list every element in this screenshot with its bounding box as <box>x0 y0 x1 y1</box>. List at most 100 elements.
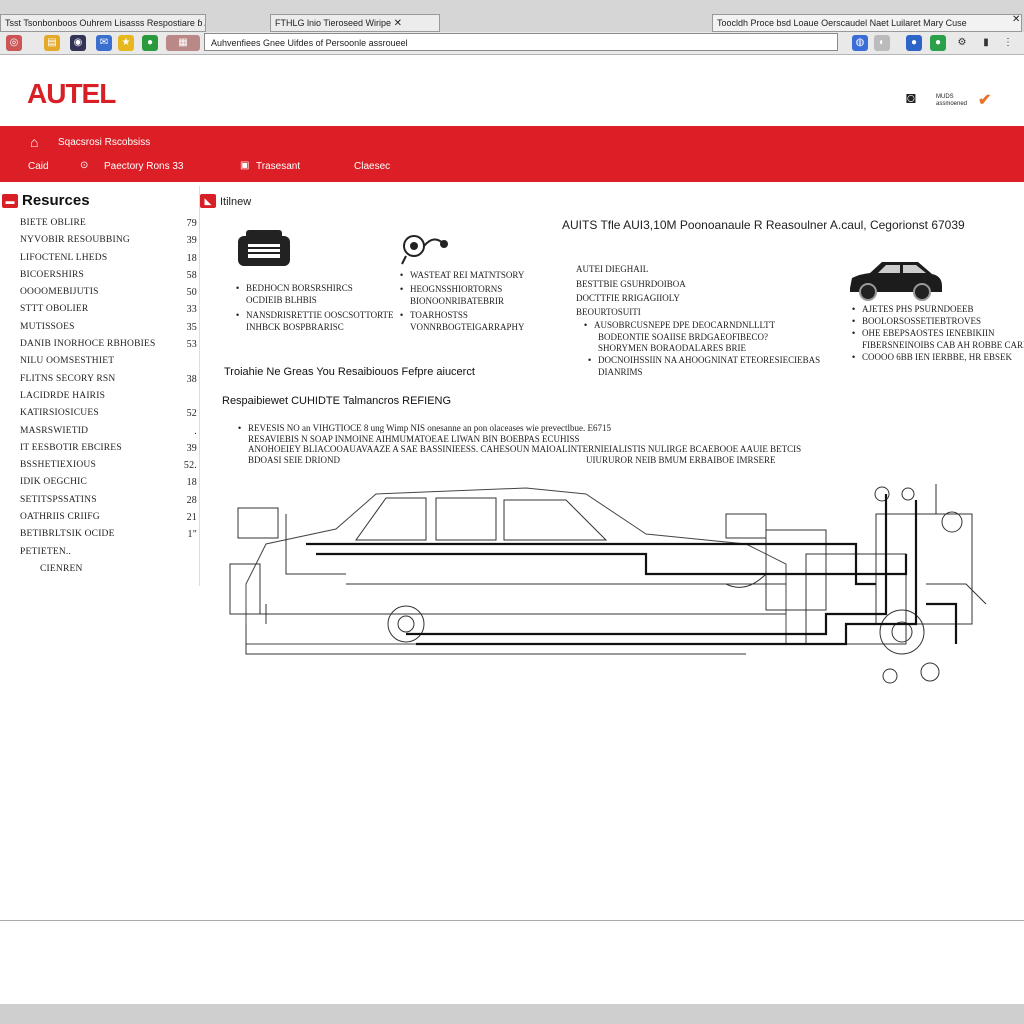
bullet-icon: • <box>400 310 404 320</box>
sidebar-item-count: 39 <box>186 442 197 454</box>
main-title: Itilnew <box>220 196 252 208</box>
sidebar-item-count: 38 <box>186 373 197 385</box>
sidebar-item-label: OOOOMEBIJUTIS <box>20 287 99 298</box>
sidebar-item-count: 52. <box>183 460 197 472</box>
list-item: BEOURTOSUITI <box>576 307 641 317</box>
toggle-icon[interactable]: ◐ <box>874 35 890 51</box>
sidebar-divider <box>199 186 200 586</box>
nav-item-4[interactable]: Claesec <box>354 161 390 172</box>
sidebar-item[interactable]: FLITNS SECORY RSN 38 <box>20 374 200 391</box>
engine-icon <box>238 230 290 266</box>
folder-icon[interactable]: ▤ <box>44 35 60 51</box>
sidebar-item[interactable]: IDIK OEGCHIC 18 <box>20 477 200 494</box>
address-bar[interactable]: Auhvenfiees Gnee Uifdes of Persoonle ass… <box>204 33 838 51</box>
list-item: ANOHOEIEY BLIACOOAUAVAAZE A SAE BASSINIE… <box>248 444 802 454</box>
list-item: TOARHOSTSS <box>410 310 468 320</box>
browser-tab-1[interactable]: Tsst Tsonbonboos Ouhrem Lisasss Resposti… <box>0 14 206 32</box>
tab-2-label: FTHLG lnio Tieroseed Wiripe <box>275 18 392 28</box>
sidebar-item[interactable]: PETIETEN.. <box>20 547 200 564</box>
sidebar-item[interactable]: DANIB INORHOCE RBHOBIES 53 <box>20 339 200 356</box>
wiring-diagram <box>229 484 987 684</box>
sidebar-item-label: LACIDRDE HAIRIS <box>20 390 106 401</box>
bullet-icon: • <box>852 304 856 314</box>
nav-item-2[interactable]: Paectory Rons 33 <box>104 161 184 172</box>
sidebar-item[interactable]: BIETE OBLIRE 79 <box>20 218 200 235</box>
sidebar-item[interactable]: BSSHETIEXIOUS 52. <box>20 460 200 477</box>
browser-icon[interactable]: ◉ <box>70 35 86 51</box>
sidebar-item-label: OATHRIIS CRIIFG <box>20 512 100 523</box>
list-item: NANSDRISRETTIE OOSCSOTTORTE <box>246 310 394 320</box>
star-icon[interactable]: ★ <box>118 35 134 51</box>
sidebar-item[interactable]: LACIDRDE HAIRIS <box>20 391 200 408</box>
sidebar-item[interactable]: OATHRIIS CRIIFG 21 <box>20 512 200 529</box>
nav-top-label[interactable]: Sqacsrosi Rscobsiss <box>58 137 150 148</box>
chrome-icon[interactable]: ◎ <box>6 35 22 51</box>
sidebar-item-label: SETITSPSSATINS <box>20 494 97 505</box>
sidebar-item-count: 50 <box>186 287 197 299</box>
sidebar-item[interactable]: MUTISSOES 35 <box>20 322 200 339</box>
list-item: BODEONTIE SOAIISE BRDGAEOFIBECO? <box>598 332 768 342</box>
sidebar-item-label: PETIETEN.. <box>20 546 72 557</box>
browser-titlebar: Tsst Tsonbonboos Ouhrem Lisasss Resposti… <box>0 0 1024 33</box>
bookmark-icon[interactable]: ▮ <box>978 35 994 51</box>
list-item: BEDHOCN BORSRSHIRCS <box>246 283 353 293</box>
bullet-icon: • <box>236 310 240 320</box>
sidebar-item[interactable]: KATIRSIOSICUES 52 <box>20 408 200 425</box>
sidebar-title: Resurces <box>22 192 90 209</box>
content-divider <box>0 920 1024 921</box>
list-item: DOCTTFIE RRIGAGIIOLY <box>576 293 680 303</box>
sidebar-item-label: KATIRSIOSICUES <box>20 408 99 419</box>
extension-icon[interactable]: ▦ <box>166 35 200 51</box>
sidebar-item[interactable]: IT EESBOTIR EBCIRES 39 <box>20 443 200 460</box>
sidebar-item-label: FLITNS SECORY RSN <box>20 373 116 384</box>
bullet-icon: • <box>400 270 404 280</box>
settings-icon[interactable]: ⚙ <box>954 35 970 51</box>
window-close-icon[interactable]: ✕ <box>1012 14 1020 25</box>
bullet-icon: • <box>400 284 404 294</box>
globe-icon[interactable]: ◍ <box>852 35 868 51</box>
sidebar-item[interactable]: MASRSWIETID. <box>20 426 200 443</box>
nav-item-3[interactable]: Trasesant <box>256 161 300 172</box>
sidebar-item-label: NYVOBIR RESOUBBING <box>20 235 130 246</box>
list-item: WASTEAT REI MATNTSORY <box>410 270 525 280</box>
sidebar-item[interactable]: BICOERSHIRS 58 <box>20 270 200 287</box>
sidebar-item-count: 39 <box>186 235 197 247</box>
list-item: BOOLORSOSSETIEBTROVES <box>862 316 982 326</box>
checkmark-icon[interactable]: ✔ <box>978 90 991 110</box>
sidebar-item[interactable]: STTT OBOLIER 33 <box>20 304 200 321</box>
mail-icon[interactable]: ✉ <box>96 35 112 51</box>
sidebar-item-label: LIFOCTENL LHEDS <box>20 252 108 263</box>
sidebar-item[interactable]: SETITSPSSATINS 28 <box>20 495 200 512</box>
bullet-icon: • <box>852 328 856 338</box>
sidebar-item[interactable]: LIFOCTENL LHEDS 18 <box>20 253 200 270</box>
sync-icon[interactable]: ● <box>930 35 946 51</box>
browser-tab-2[interactable]: FTHLG lnio Tieroseed Wiripe ✕ <box>270 14 440 32</box>
autel-logo[interactable]: AUTEL <box>27 78 116 110</box>
sidebar-item[interactable]: NILU OOMSESTHIET <box>20 356 200 373</box>
list-item: AUTEI DIEGHAIL <box>576 264 649 274</box>
list-item: FIBERSNEINOIBS CAB AH ROBBE CAREI <box>862 340 1024 350</box>
sidebar-item-count: . <box>194 425 197 437</box>
list-item: DOCNOIHSSIIN NA AHOOGNINAT ETEORESIECIEB… <box>598 355 821 365</box>
list-item: SHORYMEN BORAODALARES BRIE <box>598 343 747 353</box>
tab-3-label: Toocldh Proce bsd Loaue Oerscaudel Naet … <box>717 18 967 28</box>
product-title: AUITS Tfle AUI3,10M Poonoanaule R Reasou… <box>562 218 965 232</box>
bullet-icon: • <box>852 352 856 362</box>
list-item: OHE EBEPSAOSTES IENEBIKIIN <box>862 328 995 338</box>
sidebar-item[interactable]: NYVOBIR RESOUBBING 39 <box>20 235 200 252</box>
shield-icon[interactable]: ● <box>142 35 158 51</box>
brand-mark-icon[interactable]: ◙ <box>906 90 916 108</box>
sidebar-item[interactable]: OOOOMEBIJUTIS 50 <box>20 287 200 304</box>
menu-icon[interactable]: ⋮ <box>1000 35 1016 51</box>
sidebar-item-label: BSSHETIEXIOUS <box>20 460 96 471</box>
tab-close-icon[interactable]: ✕ <box>394 18 402 29</box>
sidebar-item[interactable]: CIENREN <box>20 564 200 581</box>
list-item: OCDIEIB BLHBIS <box>246 295 317 305</box>
browser-tab-3[interactable]: Toocldh Proce bsd Loaue Oerscaudel Naet … <box>712 14 1022 32</box>
header-caption: MUDS assmoened <box>936 94 968 107</box>
profile-icon[interactable]: ● <box>906 35 922 51</box>
nav-home-icon[interactable]: ⌂ <box>30 134 38 150</box>
nav-item-1[interactable]: Caid <box>28 161 49 172</box>
bullet-icon: • <box>588 355 592 365</box>
sidebar-item[interactable]: BETIBRLTSIK OCIDE 1" <box>20 529 200 546</box>
